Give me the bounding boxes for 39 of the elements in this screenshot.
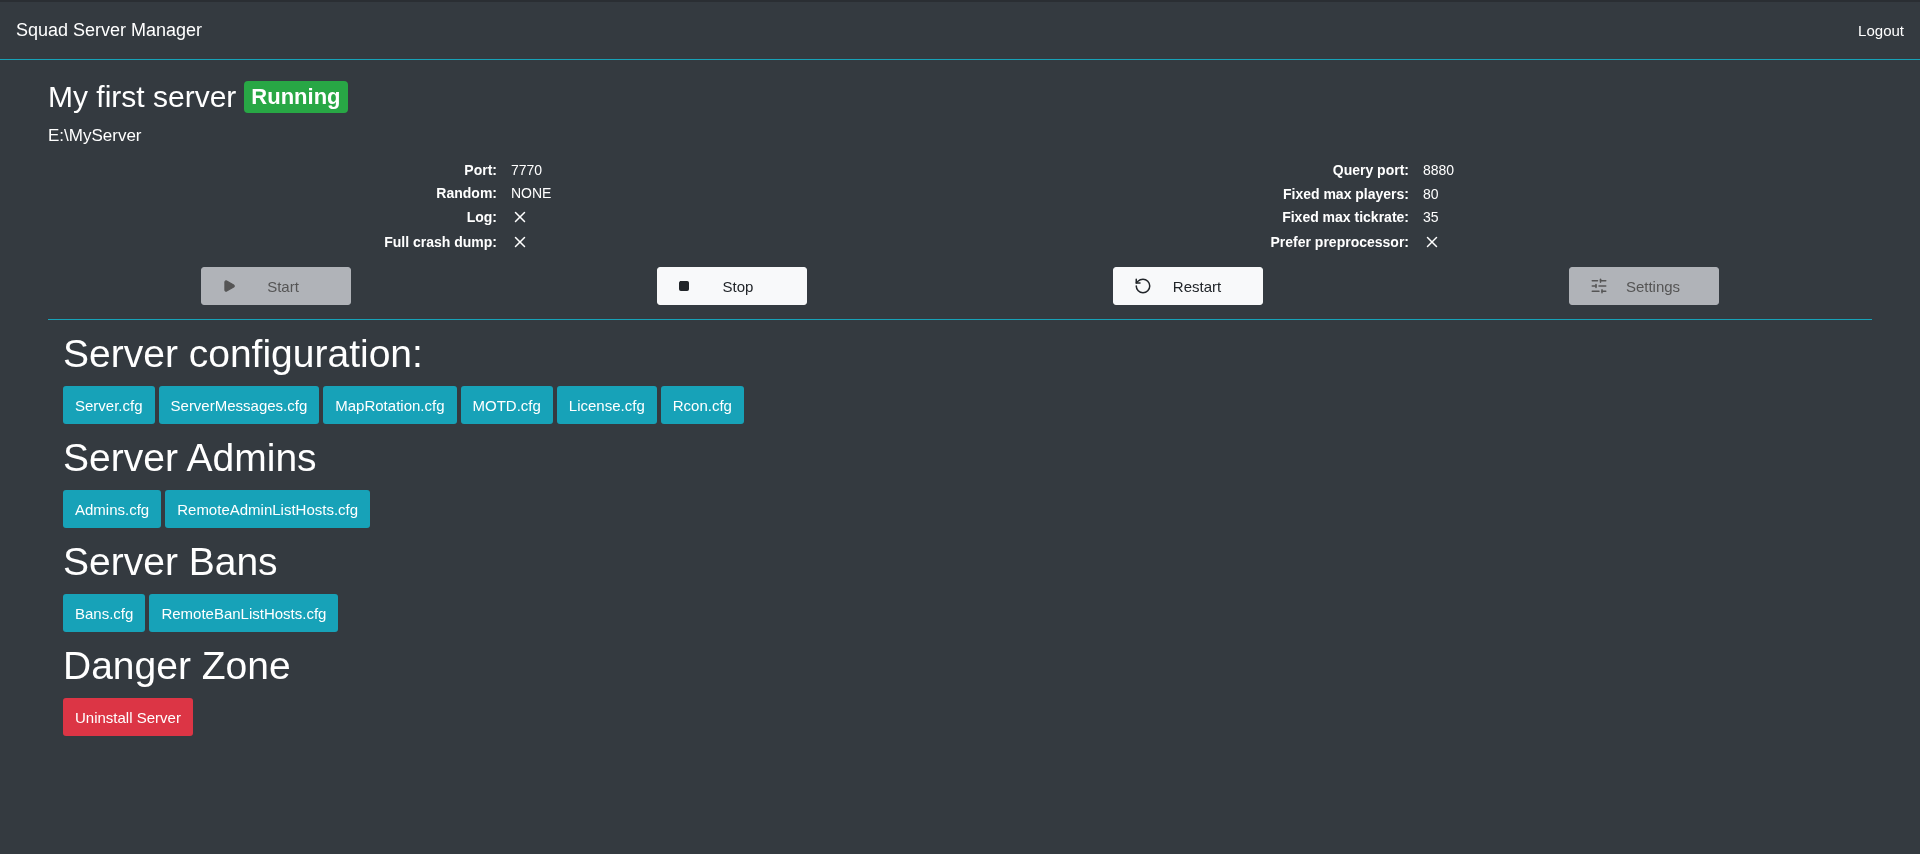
info-value: 8880 [1423, 162, 1455, 179]
stop-icon [678, 280, 690, 292]
restart-icon [1134, 277, 1152, 295]
info-value: 7770 [511, 162, 543, 178]
config-file-button[interactable]: RemoteBanListHosts.cfg [149, 594, 339, 632]
app-title: Squad Server Manager [16, 20, 203, 41]
config-file-button[interactable]: Server.cfg [63, 386, 155, 424]
info-label: Log: [466, 209, 497, 225]
info-label: Prefer preprocessor: [1270, 233, 1409, 250]
config-file-button[interactable]: RemoteAdminListHosts.cfg [165, 490, 371, 528]
config-file-button[interactable]: License.cfg [556, 386, 657, 424]
info-label: Random: [436, 185, 497, 201]
info-label: Fixed max players: [1282, 185, 1409, 202]
section-heading: Server Bans [63, 540, 279, 584]
status-badge: Running [244, 81, 348, 113]
sliders-icon [1590, 277, 1608, 295]
section-heading: Danger Zone [63, 644, 292, 688]
logout-link[interactable]: Logout [1858, 22, 1904, 39]
section-heading: Server configuration: [63, 332, 424, 376]
config-file-button[interactable]: Admins.cfg [63, 490, 162, 528]
config-file-button[interactable]: Rcon.cfg [660, 386, 744, 424]
info-value: 35 [1423, 209, 1439, 226]
restart-button[interactable]: Restart [1113, 267, 1263, 305]
stop-button[interactable]: Stop [657, 267, 807, 305]
info-label: Query port: [1332, 162, 1409, 179]
uninstall-button[interactable]: Uninstall Server [63, 698, 193, 736]
info-label: Fixed max tickrate: [1282, 209, 1409, 226]
config-file-button[interactable]: ServerMessages.cfg [158, 386, 320, 424]
info-label: Full crash dump: [384, 234, 497, 250]
info-value: NONE [511, 185, 552, 201]
config-file-button[interactable]: MOTD.cfg [460, 386, 553, 424]
config-file-button[interactable]: MapRotation.cfg [323, 386, 457, 424]
info-label: Port: [464, 162, 497, 178]
play-icon [222, 279, 236, 293]
server-name: My first server [48, 80, 237, 114]
section-heading: Server Admins [63, 436, 318, 480]
config-file-button[interactable]: Bans.cfg [63, 594, 146, 632]
info-value: 80 [1423, 185, 1439, 202]
server-path: E:\MyServer [48, 126, 143, 146]
